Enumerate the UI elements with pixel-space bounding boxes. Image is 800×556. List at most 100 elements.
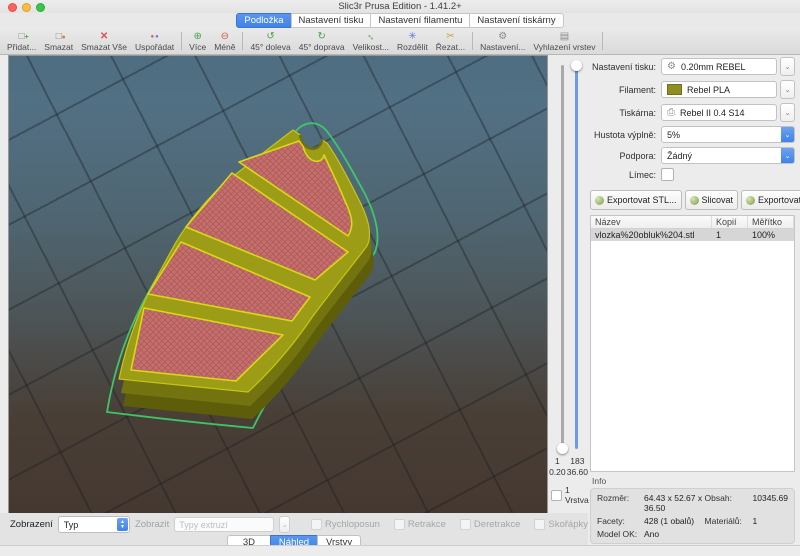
print-settings-combo[interactable]: ⚙ 0.20mm REBEL (661, 58, 777, 75)
right-panel: Nastavení tisku: ⚙ 0.20mm REBEL ⌄ Filame… (588, 55, 800, 546)
rotate-left-icon: ↺ (266, 31, 274, 43)
tab-nastaveni-filamentu[interactable]: Nastavení filamentu (370, 13, 470, 28)
slice-button[interactable]: Slicovat (685, 190, 739, 210)
printer-label: Tiskárna: (590, 108, 661, 118)
print-settings-dropdown-button[interactable]: ⌄ (780, 57, 795, 76)
upper-layer-slider-handle[interactable] (571, 60, 582, 71)
cut-button[interactable]: ✂ Řezat... (432, 28, 469, 54)
export-stl-button[interactable]: Exportovat STL... (590, 190, 682, 210)
window-title: Slic3r Prusa Edition - 1.41.2+ (0, 1, 800, 12)
lower-layer-slider-handle[interactable] (557, 443, 568, 454)
layer-smoothing-button[interactable]: ▤ Vyhlazení vrstev (529, 28, 599, 54)
travel-checkbox-group: Rychloposun (311, 519, 380, 530)
upper-layer-slider[interactable] (575, 65, 578, 449)
extrusion-filter-input (174, 517, 274, 532)
object-scale: 100% (748, 229, 794, 241)
info-panel: Rozměr: 64.43 x 52.67 x 36.50 Obsah: 103… (590, 488, 795, 544)
lower-layer-height: 0.20 (548, 467, 567, 477)
object-list-header: Název Kopií Měřítko (591, 216, 794, 229)
table-row[interactable]: vlozka%20obluk%204.stl 1 100% (591, 229, 794, 241)
model-ok-value: Ano (644, 529, 703, 539)
filament-combo[interactable]: Rebel PLA (661, 81, 777, 98)
column-header-scale: Měřítko (748, 216, 794, 228)
window-bottom-edge (0, 545, 800, 556)
extrusion-filter-dropdown-button: ⌄ (279, 516, 290, 533)
size-value: 64.43 x 52.67 x 36.50 (644, 493, 703, 513)
tab-nastaveni-tisku[interactable]: Nastavení tisku (291, 13, 372, 28)
rotate-left-button[interactable]: ↺ 45° doleva (246, 28, 294, 54)
object-copies: 1 (712, 229, 748, 241)
infill-value: 5% (667, 130, 680, 140)
single-layer-toggle[interactable]: 1 Vrstva (551, 485, 589, 505)
rotate-right-button[interactable]: ↻ 45° doprava (295, 28, 349, 54)
filament-value: Rebel PLA (687, 85, 730, 95)
fewer-copies-button[interactable]: ⊖ Méně (210, 28, 239, 54)
volume-label: Obsah: (705, 493, 751, 513)
infill-select[interactable]: 5% ⌄ (661, 126, 795, 143)
model-ok-label: Model OK: (597, 529, 642, 539)
layer-slider-values: 1 183 0.20 36.60 (548, 456, 588, 477)
toolbar-separator (181, 32, 182, 50)
support-select[interactable]: Žádný ⌄ (661, 147, 795, 164)
stepper-arrows-icon: ▲▼ (117, 518, 128, 531)
more-copies-icon: ⊕ (193, 31, 201, 43)
cut-icon: ✂ (446, 31, 454, 43)
printer-combo[interactable]: ⎙ Rebel II 0.4 S14 (661, 104, 777, 121)
print-settings-label: Nastavení tisku: (590, 62, 661, 72)
toolbar-separator (602, 32, 603, 50)
export-gcode-button[interactable]: Exportovat G-kód... (741, 190, 800, 210)
chevron-down-icon: ⌄ (781, 148, 794, 163)
gear-icon: ⚙ (667, 62, 676, 72)
3d-viewport[interactable] (8, 55, 548, 515)
arrange-button[interactable]: ●● Uspořádat (131, 28, 178, 54)
brim-checkbox[interactable] (661, 168, 674, 181)
chevron-down-icon: ⌄ (781, 127, 794, 142)
object-list: Název Kopií Měřítko vlozka%20obluk%204.s… (590, 215, 795, 472)
rotate-right-icon: ↻ (317, 31, 325, 43)
delete-all-icon: ✕ (100, 31, 108, 43)
scale-button[interactable]: ↔ Velikost... (349, 28, 393, 54)
support-label: Podpora: (590, 151, 661, 161)
column-header-name: Název (591, 216, 712, 228)
print-settings-value: 0.20mm REBEL (681, 62, 746, 72)
view-select-value: Typ (64, 520, 79, 530)
lower-layer-slider[interactable] (561, 65, 564, 449)
view-label: Zobrazení (10, 519, 53, 530)
printer-icon: ⎙ (667, 108, 675, 118)
layer-smoothing-icon: ▤ (560, 31, 569, 43)
materials-label: Materiálů: (705, 516, 751, 526)
single-layer-checkbox[interactable] (551, 490, 562, 501)
delete-all-button[interactable]: ✕ Smazat Vše (77, 28, 131, 54)
unretractions-checkbox-group: Deretrakce (460, 519, 520, 530)
printer-dropdown-button[interactable]: ⌄ (780, 103, 795, 122)
tab-podlozka[interactable]: Podložka (236, 13, 291, 28)
delete-button[interactable]: □● Smazat (40, 28, 77, 54)
add-object-icon: □+ (19, 31, 25, 43)
unretractions-checkbox (460, 519, 471, 530)
filament-dropdown-button[interactable]: ⌄ (780, 80, 795, 99)
tab-nastaveni-tiskarny[interactable]: Nastavení tiskárny (469, 13, 563, 28)
title-bar: Slic3r Prusa Edition - 1.41.2+ (0, 0, 800, 13)
layer-slider-strip: 1 183 0.20 36.60 1 Vrstva (548, 55, 588, 513)
materials-value: 1 (753, 516, 788, 526)
brim-label: Límec: (590, 170, 661, 180)
show-label: Zobrazit (135, 519, 169, 530)
single-layer-label: 1 Vrstva (565, 485, 589, 505)
export-gcode-icon (746, 196, 755, 205)
object-name: vlozka%20obluk%204.stl (591, 229, 712, 241)
filament-label: Filament: (590, 85, 661, 95)
toolbar: □+ Přidat... □● Smazat ✕ Smazat Vše ●● U… (0, 28, 800, 55)
more-copies-button[interactable]: ⊕ Více (185, 28, 210, 54)
delete-object-icon: □● (56, 31, 62, 43)
toolbar-separator (242, 32, 243, 50)
add-button[interactable]: □+ Přidat... (3, 28, 40, 54)
fewer-copies-icon: ⊖ (221, 31, 229, 43)
lower-layer-number: 1 (548, 456, 567, 466)
object-settings-icon: ⚙ (498, 31, 507, 43)
object-settings-button[interactable]: ⚙ Nastavení... (476, 28, 529, 54)
arrange-icon: ●● (150, 31, 158, 43)
size-label: Rozměr: (597, 493, 642, 513)
view-select[interactable]: Typ ▲▼ (58, 516, 130, 533)
split-button[interactable]: ✳ Rozdělit (393, 28, 432, 54)
support-value: Žádný (667, 151, 692, 161)
